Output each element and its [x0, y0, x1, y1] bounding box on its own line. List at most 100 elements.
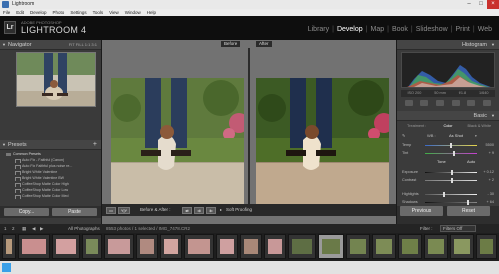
loupe-view-button[interactable]: ▭	[106, 207, 116, 214]
crop-tool-icon[interactable]	[404, 100, 413, 106]
preset-item[interactable]: CoffeeShop Matte Color Med	[0, 193, 101, 199]
module-book[interactable]: Book	[389, 26, 411, 33]
menu-file[interactable]: File	[3, 9, 10, 16]
menu-help[interactable]: Help	[147, 9, 156, 16]
treatment-color-tab[interactable]: Color	[432, 122, 463, 130]
before-after-view-button[interactable]: Y|Y	[118, 207, 130, 214]
shadows-slider[interactable]: Shadows + 64	[401, 198, 495, 206]
slider-thumb[interactable]	[467, 200, 469, 205]
module-library[interactable]: Library	[305, 26, 332, 33]
wb-label: WB :	[427, 133, 436, 138]
maximize-button[interactable]: □	[475, 0, 487, 9]
menu-tools[interactable]: Tools	[93, 9, 104, 16]
copy-before-to-after-icon[interactable]: ⇉	[194, 207, 204, 214]
soft-proofing-toggle-icon[interactable]: ▸	[220, 204, 222, 216]
slider-value[interactable]: + 2	[489, 176, 494, 184]
filmstrip	[0, 233, 499, 261]
menu-photo[interactable]: Photo	[53, 9, 65, 16]
slider-thumb[interactable]	[453, 151, 455, 156]
soft-proofing-label[interactable]: Soft Proofing	[226, 204, 252, 216]
wb-select-arrow-icon[interactable]: ▾	[475, 132, 477, 140]
filmstrip-thumbnail[interactable]	[2, 234, 16, 259]
filmstrip-thumbnail[interactable]	[160, 234, 182, 259]
filmstrip-thumbnail[interactable]	[372, 234, 396, 259]
add-preset-icon[interactable]: +	[93, 140, 97, 150]
slider-value[interactable]: 5500	[486, 141, 494, 149]
histogram-header[interactable]: ▼ Histogram	[397, 40, 499, 50]
slider-value[interactable]: - 30	[487, 190, 494, 198]
copy-button[interactable]: Copy...	[4, 208, 49, 216]
filmstrip-thumbnail[interactable]	[82, 234, 102, 259]
graduated-filter-icon[interactable]	[451, 100, 460, 106]
copy-after-to-before-icon[interactable]: ⇇	[206, 207, 216, 214]
filmstrip-thumbnail[interactable]	[52, 234, 80, 259]
secondary-display-1-button[interactable]: 1	[4, 224, 7, 233]
module-web[interactable]: Web	[475, 26, 495, 33]
filmstrip-thumbnail[interactable]	[216, 234, 238, 259]
start-icon[interactable]	[2, 263, 11, 272]
forward-arrow-icon[interactable]: ▶	[40, 224, 43, 233]
filmstrip-thumbnail[interactable]	[136, 234, 158, 259]
slider-thumb[interactable]	[451, 170, 453, 175]
slider-value[interactable]: + 64	[487, 198, 495, 206]
filmstrip-thumbnail[interactable]	[240, 234, 262, 259]
slider-value[interactable]: + 9	[489, 149, 494, 157]
filmstrip-thumbnail[interactable]	[18, 234, 50, 259]
filmstrip-thumbnail[interactable]	[346, 234, 370, 259]
filmstrip-thumbnail[interactable]	[424, 234, 448, 259]
exposure-slider[interactable]: Exposure + 0.12	[401, 168, 495, 176]
wb-select[interactable]: As Shot	[449, 132, 463, 140]
menu-edit[interactable]: Edit	[16, 9, 24, 16]
spot-removal-tool-icon[interactable]	[420, 100, 429, 106]
grid-view-icon[interactable]: ▦	[22, 224, 26, 233]
filmstrip-thumbnail[interactable]	[184, 234, 214, 259]
filmstrip-thumbnail[interactable]	[104, 234, 134, 259]
menu-view[interactable]: View	[109, 9, 119, 16]
slider-thumb[interactable]	[451, 178, 453, 183]
slider-thumb[interactable]	[450, 143, 452, 148]
eyedropper-icon[interactable]: ✎	[402, 132, 405, 140]
reset-button[interactable]: Reset	[447, 206, 490, 216]
red-eye-tool-icon[interactable]	[436, 100, 445, 106]
filmstrip-thumbnail[interactable]	[288, 234, 316, 259]
slider-thumb[interactable]	[443, 192, 445, 197]
filmstrip-thumbnail[interactable]	[476, 234, 497, 259]
contrast-slider[interactable]: Contrast + 2	[401, 176, 495, 184]
module-slideshow[interactable]: Slideshow	[413, 26, 451, 33]
paste-button[interactable]: Paste	[52, 208, 97, 216]
histogram[interactable]	[401, 52, 495, 88]
module-map[interactable]: Map	[367, 26, 387, 33]
basic-header[interactable]: ▼ Basic	[397, 111, 499, 121]
temp-slider[interactable]: Temp 5500	[401, 141, 495, 149]
navigator-preview[interactable]	[16, 52, 96, 107]
treatment-bw-tab[interactable]: Black & White	[464, 122, 495, 130]
filter-select[interactable]: Filters Off	[440, 225, 476, 232]
filmstrip-thumbnail[interactable]	[398, 234, 422, 259]
secondary-display-2-button[interactable]: 2	[12, 224, 15, 233]
filmstrip-thumbnail[interactable]	[264, 234, 286, 259]
minimize-button[interactable]: –	[463, 0, 475, 9]
menu-window[interactable]: Window	[125, 9, 141, 16]
back-arrow-icon[interactable]: ◀	[32, 224, 35, 233]
after-photo[interactable]	[256, 78, 389, 205]
close-button[interactable]: ×	[487, 0, 499, 9]
menu-develop[interactable]: Develop	[30, 9, 47, 16]
auto-tone-button[interactable]: Auto	[467, 158, 475, 166]
source-label[interactable]: All Photographs	[68, 224, 100, 233]
tint-slider[interactable]: Tint + 9	[401, 149, 495, 157]
module-develop[interactable]: Develop	[334, 26, 366, 33]
swap-before-after-icon[interactable]: ⇄	[182, 207, 192, 214]
filmstrip-thumbnail-selected[interactable]	[318, 234, 344, 259]
adjustment-brush-icon[interactable]	[483, 100, 492, 106]
filmstrip-thumbnail[interactable]	[450, 234, 474, 259]
slider-value[interactable]: + 0.12	[483, 168, 494, 176]
presets-header[interactable]: ▼ Presets +	[0, 140, 101, 150]
radial-filter-icon[interactable]	[467, 100, 476, 106]
navigator-header[interactable]: ▼ Navigator FIT FILL 1:1 3:1	[0, 40, 101, 50]
previous-button[interactable]: Previous	[400, 206, 443, 216]
menu-settings[interactable]: Settings	[70, 9, 86, 16]
navigator-zoom-options[interactable]: FIT FILL 1:1 3:1	[69, 40, 97, 50]
module-print[interactable]: Print	[452, 26, 472, 33]
highlights-slider[interactable]: Highlights - 30	[401, 190, 495, 198]
before-photo[interactable]	[111, 78, 244, 205]
